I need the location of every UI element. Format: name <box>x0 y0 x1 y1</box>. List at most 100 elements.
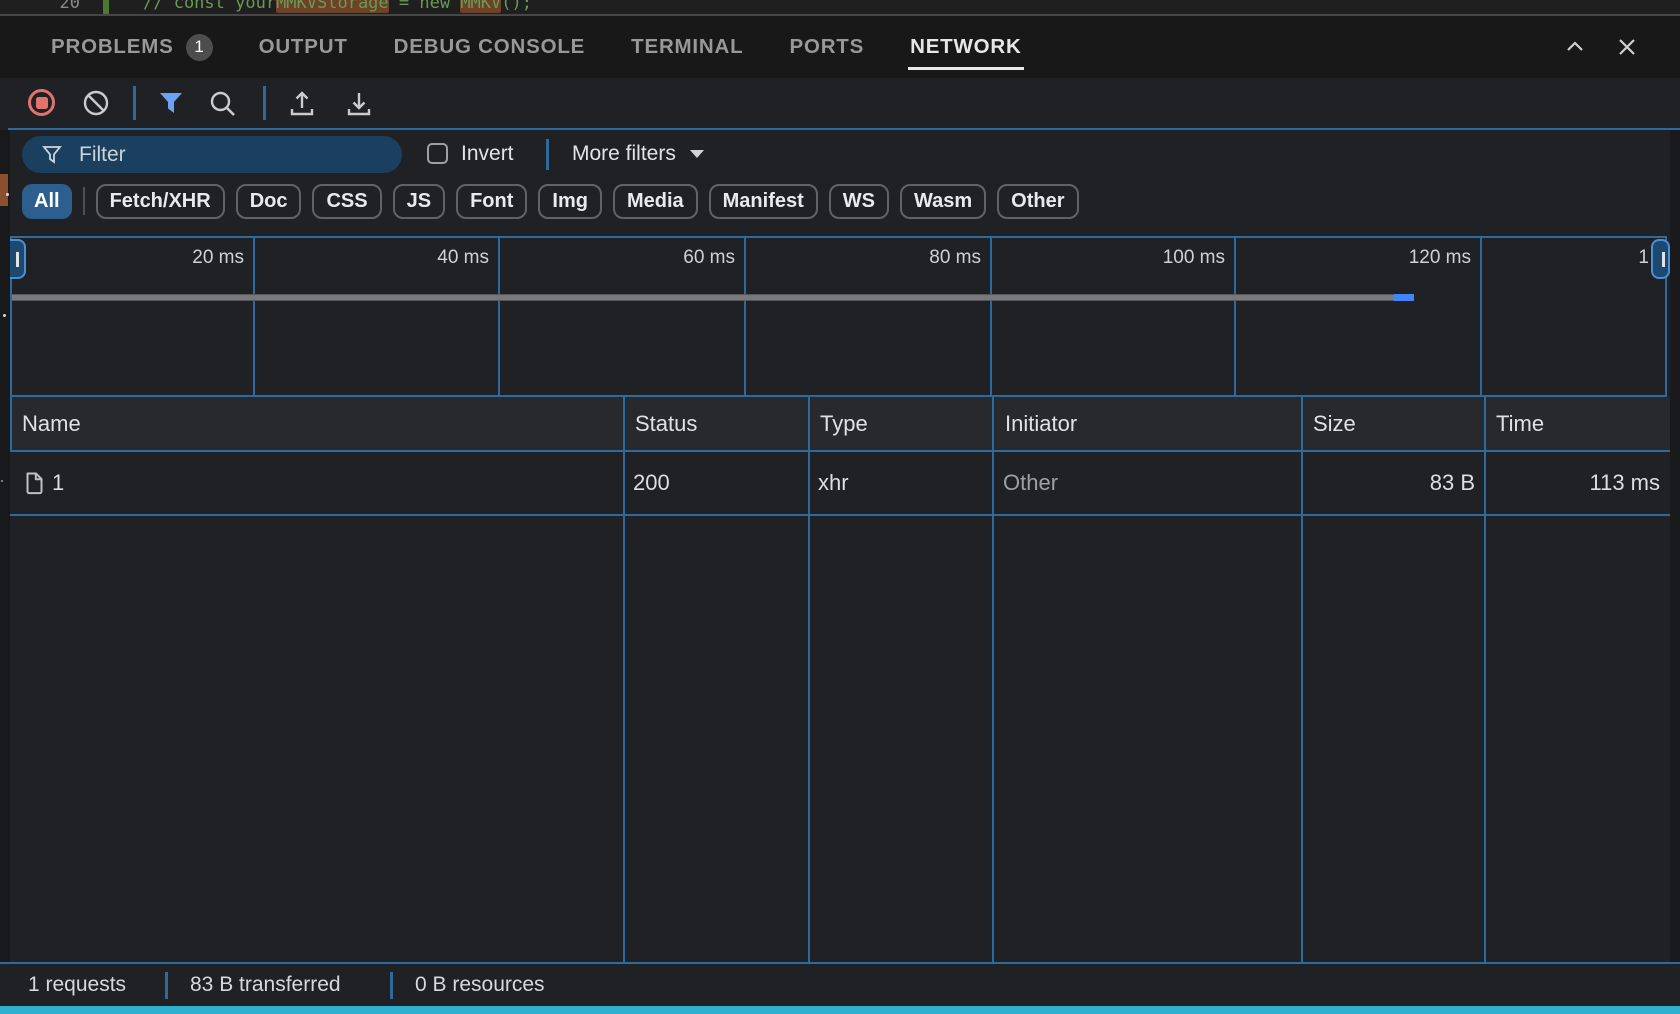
tab-debug-console[interactable]: DEBUG CONSOLE <box>394 16 586 78</box>
cell-initiator: Other <box>1003 452 1058 514</box>
overview-ruler-marker <box>0 174 8 206</box>
code-highlight-occurrence: MMKV <box>460 0 501 13</box>
tab-output[interactable]: OUTPUT <box>259 16 348 78</box>
timeline-gridline <box>1234 238 1236 395</box>
timeline-gridline <box>1480 238 1482 395</box>
toolbar-separator <box>133 86 136 120</box>
import-har-button[interactable] <box>287 89 315 117</box>
search-button[interactable] <box>208 89 236 117</box>
tab-network-label: NETWORK <box>910 35 1022 59</box>
panel-actions <box>1562 16 1680 78</box>
status-bar-top-edge <box>0 1006 1680 1014</box>
timeline-tick-label: 100 ms <box>1163 247 1225 269</box>
chip-wasm[interactable]: Wasm <box>900 184 986 219</box>
chip-js[interactable]: JS <box>393 184 445 219</box>
filter-separator <box>546 139 549 170</box>
clear-network-log-button[interactable] <box>82 89 110 117</box>
overview-brush-handle-right[interactable] <box>1651 239 1670 279</box>
network-toolbar <box>0 78 1680 128</box>
resource-type-filters: All Fetch/XHR Doc CSS JS Font Img Media … <box>22 180 1079 222</box>
filter-toggle-button[interactable] <box>157 89 185 117</box>
toolbar-separator <box>263 86 266 120</box>
invert-checkbox[interactable] <box>427 143 448 164</box>
request-waterfall-bar-download <box>1394 294 1414 301</box>
tab-debug-console-label: DEBUG CONSOLE <box>394 35 586 59</box>
requests-count: 1 requests <box>28 964 126 1006</box>
column-header-status[interactable]: Status <box>635 397 697 450</box>
network-overview-timeline[interactable]: 20 ms 40 ms 60 ms 80 ms 100 ms 120 ms 1 <box>10 236 1667 397</box>
record-network-log-button[interactable] <box>28 89 56 117</box>
close-panel-icon[interactable] <box>1614 34 1640 60</box>
cell-name: 1 <box>52 452 64 514</box>
more-filters-dropdown[interactable]: More filters <box>572 130 704 178</box>
column-header-name[interactable]: Name <box>22 397 81 450</box>
network-devtools: Invert More filters All Fetch/XHR Doc CS… <box>0 78 1680 1006</box>
chip-img[interactable]: Img <box>538 184 602 219</box>
chip-other[interactable]: Other <box>997 184 1078 219</box>
export-har-button[interactable] <box>344 89 372 117</box>
code-comment: // const yourMMKVStorage = new MMKV(); <box>143 0 532 14</box>
column-header-time[interactable]: Time <box>1496 397 1544 450</box>
column-header-initiator[interactable]: Initiator <box>1005 397 1077 450</box>
timeline-tick-label: 40 ms <box>437 247 489 269</box>
cell-type: xhr <box>818 452 849 514</box>
request-row[interactable]: 1 200 xhr Other 83 B 113 ms <box>0 452 1680 516</box>
chip-media[interactable]: Media <box>613 184 698 219</box>
filter-row: Invert More filters <box>0 130 1680 178</box>
chip-fetch-xhr[interactable]: Fetch/XHR <box>96 184 225 219</box>
tab-problems[interactable]: PROBLEMS 1 <box>51 16 213 78</box>
timeline-gridline <box>253 238 255 395</box>
tab-problems-label: PROBLEMS <box>51 35 174 59</box>
vscode-panel-network: 20 // const yourMMKVStorage = new MMKV()… <box>0 0 1680 1014</box>
document-icon <box>23 471 46 496</box>
code-highlight-occurrence: MMKVStorage <box>276 0 389 13</box>
cell-status: 200 <box>633 452 670 514</box>
tab-output-label: OUTPUT <box>259 35 348 59</box>
maximize-panel-icon[interactable] <box>1562 34 1588 60</box>
timeline-tick-label: 20 ms <box>192 247 244 269</box>
timeline-tick-label: 120 ms <box>1409 247 1471 269</box>
transferred-size: 83 B transferred <box>190 964 341 1006</box>
problems-count-badge: 1 <box>186 34 213 61</box>
chip-css[interactable]: CSS <box>312 184 381 219</box>
tab-ports[interactable]: PORTS <box>789 16 864 78</box>
cell-time: 113 ms <box>1484 452 1660 514</box>
requests-table-header: Name Status Type Initiator Size Time <box>10 397 1680 452</box>
chip-manifest[interactable]: Manifest <box>709 184 818 219</box>
timeline-tick-label-clipped: 1 <box>1638 247 1649 269</box>
chevron-down-icon <box>690 150 704 158</box>
tab-network[interactable]: NETWORK <box>910 16 1022 78</box>
timeline-tick-label: 60 ms <box>683 247 735 269</box>
editor-overview-ruler-strip <box>0 130 10 962</box>
timeline-gridline <box>990 238 992 395</box>
overview-ruler-dot <box>1 480 3 482</box>
filter-input[interactable] <box>77 142 351 168</box>
code-comment-prefix: // const your <box>143 0 276 13</box>
chip-separator <box>83 187 85 215</box>
tab-ports-label: PORTS <box>789 35 864 59</box>
filter-text-box[interactable] <box>22 136 402 173</box>
tab-terminal[interactable]: TERMINAL <box>631 16 743 78</box>
panel-tab-bar: PROBLEMS 1 OUTPUT DEBUG CONSOLE TERMINAL… <box>0 16 1680 78</box>
invert-label[interactable]: Invert <box>461 130 514 178</box>
cell-size: 83 B <box>1301 452 1475 514</box>
timeline-tick-label: 80 ms <box>929 247 981 269</box>
tab-terminal-label: TERMINAL <box>631 35 743 59</box>
git-modified-gutter <box>103 0 109 14</box>
scrollbar-gutter <box>1670 130 1680 962</box>
summary-separator <box>165 972 168 999</box>
column-header-type[interactable]: Type <box>820 397 868 450</box>
chip-all[interactable]: All <box>22 184 72 219</box>
code-comment-suffix: (); <box>501 0 532 13</box>
overview-ruler-dot <box>3 314 6 317</box>
timeline-gridline <box>498 238 500 395</box>
more-filters-label: More filters <box>572 142 676 166</box>
timeline-gridline <box>744 238 746 395</box>
chip-font[interactable]: Font <box>456 184 527 219</box>
editor-code-strip: 20 // const yourMMKVStorage = new MMKV()… <box>0 0 1680 14</box>
column-header-size[interactable]: Size <box>1313 397 1356 450</box>
line-number: 20 <box>48 0 80 14</box>
chip-doc[interactable]: Doc <box>236 184 302 219</box>
chip-ws[interactable]: WS <box>829 184 889 219</box>
code-comment-mid: = new <box>389 0 461 13</box>
